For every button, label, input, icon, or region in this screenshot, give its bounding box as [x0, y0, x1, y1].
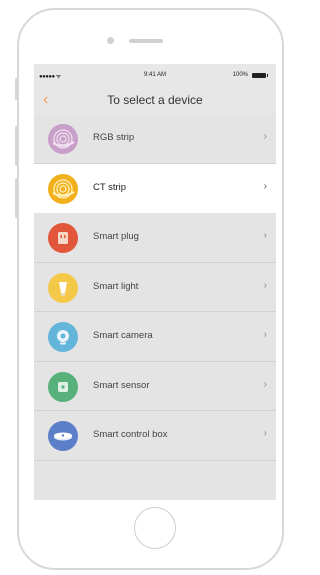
navigation-bar: ‹ To select a device: [34, 86, 276, 114]
device-label: CT strip: [93, 181, 127, 193]
chevron-right-icon: ›: [263, 180, 267, 192]
device-row-smart-plug[interactable]: Smart plug ›: [34, 213, 276, 263]
device-row-rgb-strip[interactable]: RGB strip ›: [34, 114, 276, 164]
smart-plug-icon: [48, 223, 78, 253]
smart-light-icon: [48, 272, 78, 303]
rgb-strip-icon: [48, 124, 78, 154]
device-label: RGB strip: [93, 132, 135, 143]
chevron-right-icon: ›: [263, 230, 267, 241]
home-button[interactable]: [134, 507, 176, 549]
page-title: To select a device: [107, 93, 203, 107]
chevron-right-icon: ›: [263, 378, 267, 390]
front-camera: [107, 37, 114, 44]
battery-percent: 100%: [232, 72, 248, 78]
device-label: Smart sensor: [93, 379, 150, 391]
device-row-ct-strip[interactable]: CT strip ›: [34, 163, 276, 213]
device-row-smart-sensor[interactable]: Smart sensor ›: [34, 361, 276, 411]
mute-switch: [15, 78, 18, 100]
status-bar: ●●●●● ᯤ 9:41 AM 100%: [34, 64, 276, 86]
smart-camera-icon: [48, 322, 78, 352]
device-row-smart-control-box[interactable]: Smart control box ›: [34, 411, 276, 461]
device-label: Smart control box: [93, 429, 168, 440]
device-list: RGB strip › CT strip › Smart plug › Smart ligh…: [34, 114, 276, 461]
smart-control-box-icon: [48, 421, 78, 451]
device-label: Smart plug: [93, 231, 139, 242]
battery-icon: [252, 73, 268, 78]
device-row-smart-camera[interactable]: Smart camera ›: [34, 312, 276, 362]
device-row-smart-light[interactable]: Smart light ›: [34, 262, 276, 312]
ct-strip-icon: [48, 173, 78, 204]
chevron-right-icon: ›: [263, 279, 267, 291]
device-label: Smart camera: [93, 330, 153, 341]
chevron-right-icon: ›: [263, 131, 267, 142]
smart-sensor-icon: [48, 371, 78, 402]
speaker-grille: [129, 39, 163, 43]
volume-down-button: [15, 178, 18, 218]
chevron-right-icon: ›: [263, 329, 267, 340]
device-label: Smart light: [93, 280, 139, 292]
app-screen: ●●●●● ᯤ 9:41 AM 100% ‹ To select a devic…: [34, 64, 276, 500]
chevron-right-icon: ›: [263, 428, 267, 439]
volume-up-button: [15, 126, 18, 166]
